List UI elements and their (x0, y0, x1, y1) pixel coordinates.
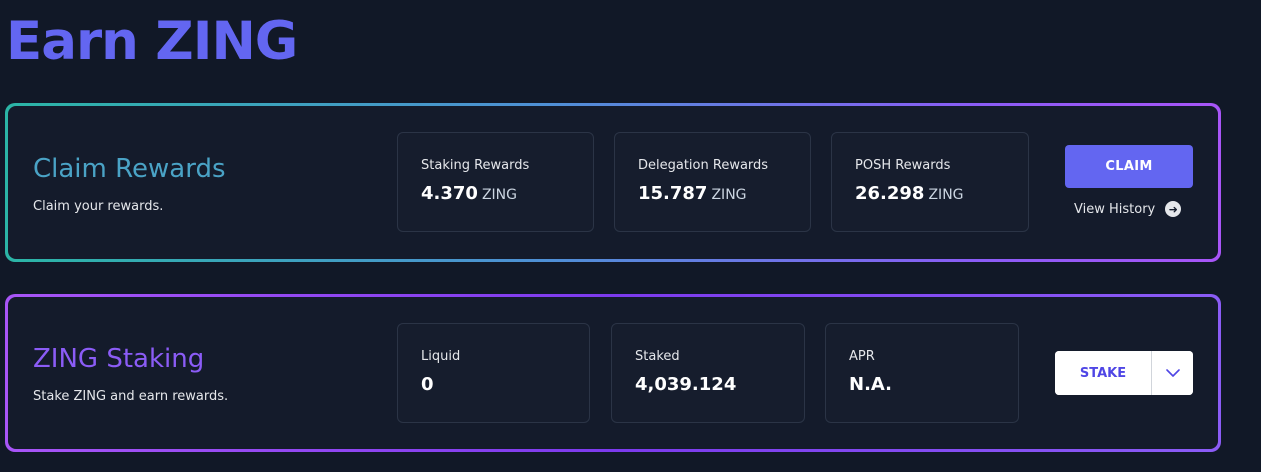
stake-options-dropdown[interactable] (1152, 351, 1193, 395)
stat-amount: 26.298 (855, 183, 925, 204)
claim-button[interactable]: CLAIM (1065, 145, 1193, 188)
stat-label: Staked (635, 349, 680, 364)
liquid-stat: Liquid 0 (397, 323, 590, 423)
view-history-label: View History (1074, 201, 1156, 217)
stake-button-group: STAKE (1055, 351, 1193, 395)
apr-stat: APR N.A. (825, 323, 1019, 423)
page-title: Earn ZING (6, 11, 298, 72)
posh-rewards-stat: POSH Rewards 26.298 ZING (831, 132, 1029, 232)
zing-staking-card: ZING Staking Stake ZING and earn rewards… (5, 294, 1221, 452)
stat-label: Delegation Rewards (638, 158, 769, 173)
stat-value: 26.298 ZING (855, 183, 964, 204)
stat-label: Staking Rewards (421, 158, 530, 173)
staking-rewards-stat: Staking Rewards 4.370 ZING (397, 132, 594, 232)
view-history-link[interactable]: View History ➜ (1074, 201, 1182, 217)
stat-value: 0 (421, 374, 434, 395)
stat-amount: 4.370 (421, 183, 478, 204)
stat-value: 15.787 ZING (638, 183, 747, 204)
chevron-down-icon (1165, 368, 1180, 377)
delegation-rewards-stat: Delegation Rewards 15.787 ZING (614, 132, 811, 232)
claim-rewards-subtitle: Claim your rewards. (33, 199, 164, 214)
stat-value: N.A. (849, 374, 893, 395)
claim-rewards-card: Claim Rewards Claim your rewards. Stakin… (5, 103, 1221, 262)
stat-value: 4.370 ZING (421, 183, 517, 204)
stake-button[interactable]: STAKE (1055, 351, 1152, 395)
zing-staking-title: ZING Staking (33, 344, 205, 374)
claim-rewards-title: Claim Rewards (33, 154, 226, 184)
stat-label: APR (849, 349, 875, 364)
stat-unit: ZING (481, 187, 517, 203)
stat-amount: 15.787 (638, 183, 708, 204)
stat-label: POSH Rewards (855, 158, 951, 173)
staked-stat: Staked 4,039.124 (611, 323, 805, 423)
zing-staking-subtitle: Stake ZING and earn rewards. (33, 389, 229, 404)
stat-label: Liquid (421, 349, 461, 364)
stat-value: 4,039.124 (635, 374, 737, 395)
stat-unit: ZING (928, 187, 964, 203)
arrow-right-circle-icon: ➜ (1165, 201, 1182, 217)
stat-unit: ZING (711, 187, 747, 203)
